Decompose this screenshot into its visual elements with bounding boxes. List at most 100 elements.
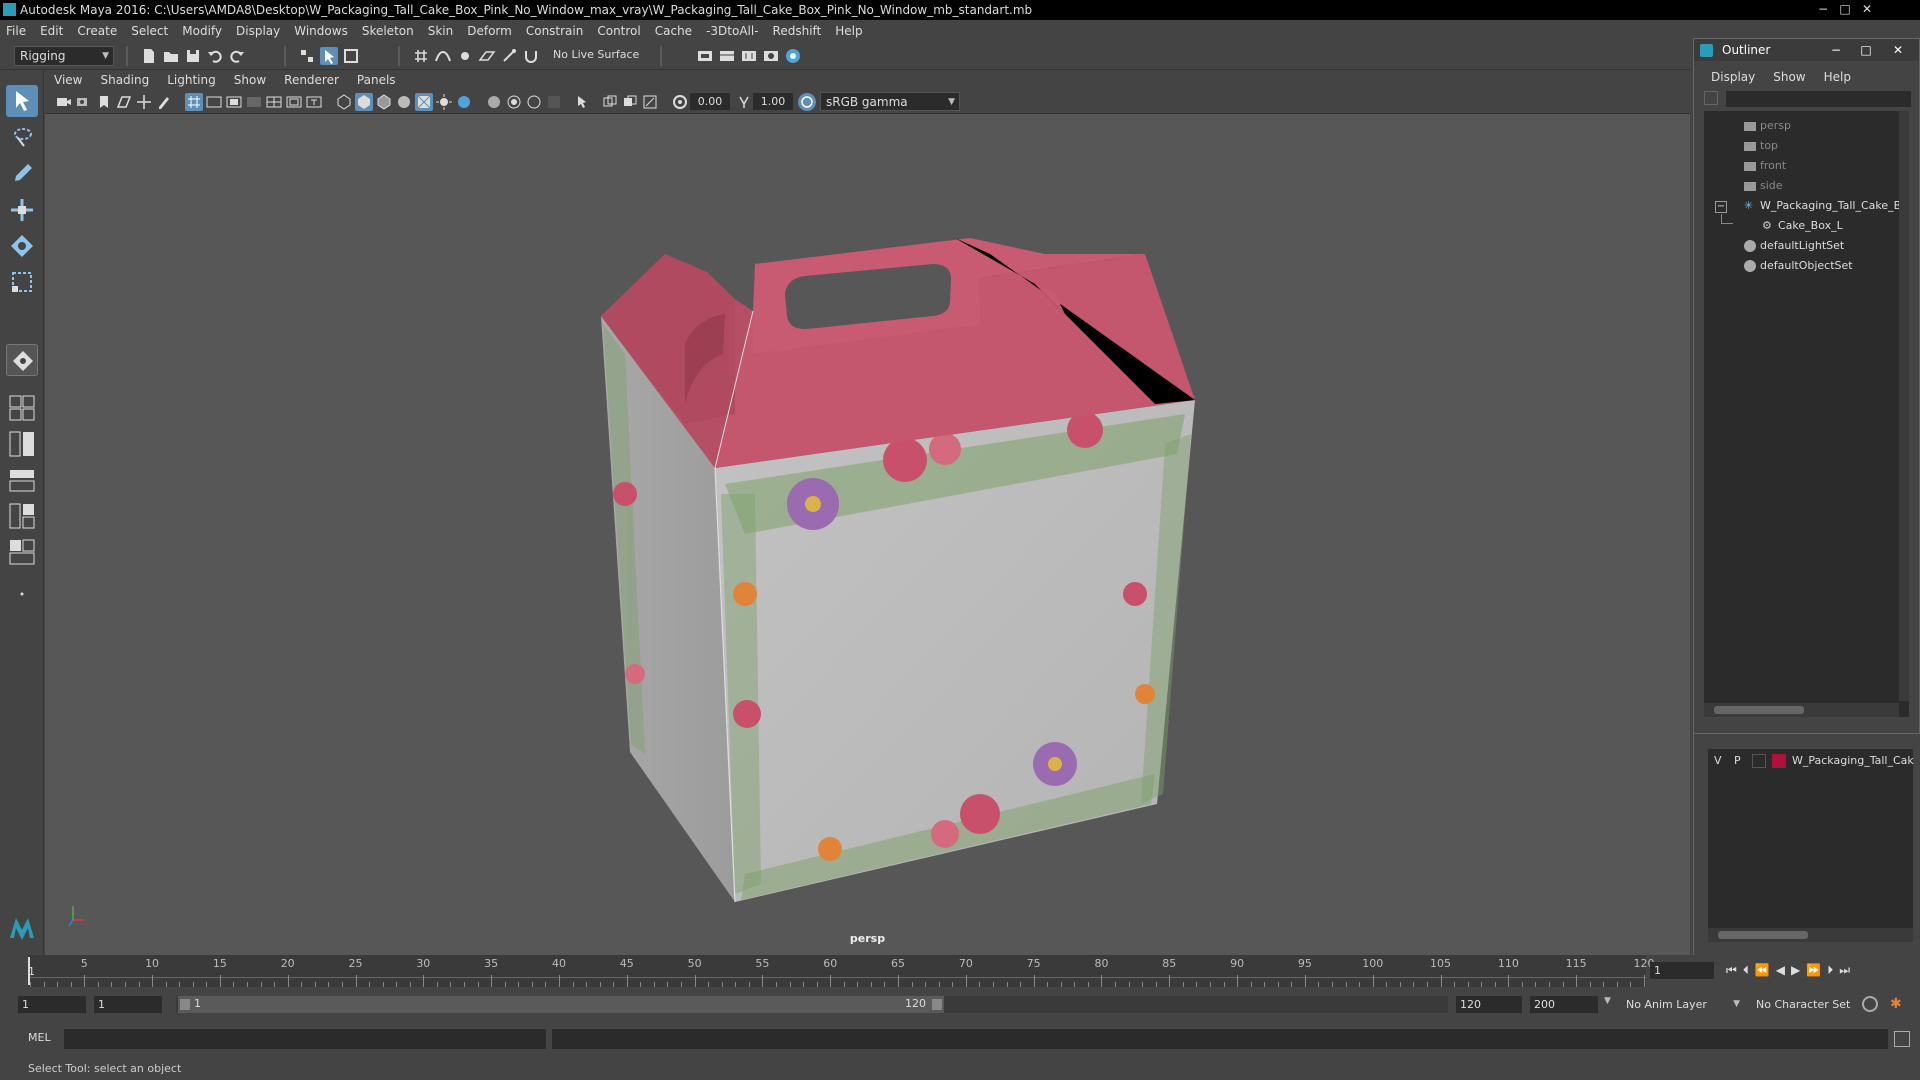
outliner-item-lightset[interactable]: defaultLightSet (1744, 237, 1920, 255)
maximize-icon[interactable]: □ (1834, 0, 1856, 18)
layer-color-swatch[interactable] (1772, 754, 1786, 768)
cake-box-model[interactable] (45, 114, 1690, 955)
outliner-item-front[interactable]: front (1744, 157, 1920, 175)
new-scene-icon[interactable] (140, 47, 158, 65)
safe-title-icon[interactable] (305, 93, 323, 111)
more-layouts-icon[interactable] (6, 578, 38, 610)
outliner-item-mesh[interactable]: ⚙ Cake_Box_L (1762, 217, 1920, 235)
snap-live-icon[interactable] (500, 47, 518, 65)
menu-file[interactable]: File (6, 24, 26, 38)
two-d-pan-icon[interactable] (135, 93, 153, 111)
safe-action-icon[interactable] (285, 93, 303, 111)
minimize-icon[interactable]: − (1826, 39, 1846, 61)
outliner-item-persp[interactable]: persp (1744, 117, 1920, 135)
menu-skin[interactable]: Skin (428, 24, 454, 38)
panel-menu-show[interactable]: Show (234, 73, 266, 87)
outliner-titlebar[interactable]: Outliner − □ ✕ (1694, 39, 1919, 61)
layout-hypershade-persp-icon[interactable] (6, 536, 38, 568)
maximize-icon[interactable]: □ (1856, 39, 1876, 61)
isolate-select-icon[interactable] (573, 93, 591, 111)
ipr-render-icon[interactable] (740, 47, 758, 65)
color-management-icon[interactable] (798, 93, 816, 111)
menu-3dtoall[interactable]: -3DtoAll- (706, 24, 758, 38)
snap-grid-icon[interactable] (412, 47, 430, 65)
current-time-marker[interactable] (28, 957, 30, 985)
collapse-toggle-icon[interactable]: − (1715, 201, 1727, 213)
redo-icon[interactable] (228, 47, 246, 65)
camera-attributes-icon[interactable] (75, 93, 93, 111)
layer-name[interactable]: W_Packaging_Tall_Cak (1792, 752, 1914, 770)
textured-icon[interactable] (415, 93, 433, 111)
layout-single-icon[interactable] (6, 392, 38, 424)
xray-icon[interactable] (601, 93, 619, 111)
panel-menu-view[interactable]: View (54, 73, 82, 87)
snap-view-plane-icon[interactable] (478, 47, 496, 65)
select-object-icon[interactable] (320, 47, 338, 65)
last-tool-icon[interactable] (6, 344, 38, 376)
playback-start-field[interactable]: 1 (94, 996, 162, 1013)
auto-key-icon[interactable] (1862, 996, 1878, 1012)
layout-two-panes-icon[interactable] (6, 428, 38, 460)
screen-space-ao-icon[interactable] (485, 93, 503, 111)
step-back-key-icon[interactable]: ⏴ (1743, 963, 1749, 978)
script-editor-icon[interactable] (1894, 1031, 1910, 1047)
menu-windows[interactable]: Windows (294, 24, 348, 38)
menu-display[interactable]: Display (236, 24, 280, 38)
render-frame-icon[interactable] (718, 47, 736, 65)
wireframe-icon[interactable] (335, 93, 353, 111)
outliner-item-group[interactable]: ✳ W_Packaging_Tall_Cake_Bo (1744, 197, 1920, 215)
menu-control[interactable]: Control (597, 24, 640, 38)
layer-playback-toggle[interactable]: P (1734, 752, 1741, 770)
close-icon[interactable]: ✕ (1856, 0, 1878, 18)
layer-reference-toggle[interactable] (1752, 754, 1766, 768)
outliner-item-side[interactable]: side (1744, 177, 1920, 195)
menu-constrain[interactable]: Constrain (526, 24, 584, 38)
character-set-dropdown[interactable]: No Character Set (1752, 995, 1872, 1014)
chevron-down-icon[interactable]: ▼ (1604, 996, 1611, 1006)
select-tool-icon[interactable] (6, 85, 38, 117)
move-tool-icon[interactable] (6, 194, 38, 226)
xray-joints-icon[interactable] (641, 93, 659, 111)
outliner-menu-display[interactable]: Display (1711, 70, 1755, 84)
save-scene-icon[interactable] (184, 47, 202, 65)
paint-select-tool-icon[interactable] (6, 158, 38, 190)
film-gate-icon[interactable] (205, 93, 223, 111)
lasso-tool-icon[interactable] (6, 122, 38, 154)
panel-menu-lighting[interactable]: Lighting (167, 73, 216, 87)
command-input[interactable] (64, 1029, 546, 1049)
default-material-icon[interactable] (395, 93, 413, 111)
resolution-gate-icon[interactable] (225, 93, 243, 111)
range-end-grip[interactable] (932, 999, 942, 1010)
outliner-item-top[interactable]: top (1744, 137, 1920, 155)
go-to-end-icon[interactable]: ⏭ (1839, 963, 1850, 978)
playback-end-field[interactable]: 120 (1456, 996, 1522, 1013)
image-plane-icon[interactable] (115, 93, 133, 111)
time-slider-track[interactable]: 1 5 10 15 20 25 30 35 40 45 50 55 60 65 70 75 80 85 90 95 1… (28, 955, 1655, 987)
animation-preferences-icon[interactable]: ✱ (1890, 996, 1906, 1012)
step-forward-key-icon[interactable]: ⏵ (1827, 963, 1833, 978)
play-backwards-icon[interactable]: ◀ (1776, 963, 1785, 978)
scale-tool-icon[interactable] (6, 266, 38, 298)
step-forward-frame-icon[interactable]: ⏩ (1806, 963, 1821, 978)
range-start-grip[interactable] (180, 999, 190, 1010)
live-surface-label[interactable]: No Live Surface (553, 48, 639, 61)
go-to-start-icon[interactable]: ⏮ (1726, 963, 1737, 978)
menu-modify[interactable]: Modify (182, 24, 222, 38)
outliner-item-objectset[interactable]: defaultObjectSet (1744, 257, 1920, 275)
panel-menu-renderer[interactable]: Renderer (284, 73, 339, 87)
menuset-dropdown[interactable]: Rigging ▼ (14, 46, 114, 66)
scrollbar-thumb[interactable] (1714, 706, 1804, 714)
menu-cache[interactable]: Cache (655, 24, 692, 38)
menu-help[interactable]: Help (835, 24, 862, 38)
bookmark-icon[interactable] (95, 93, 113, 111)
current-frame-field[interactable]: 1 (1650, 962, 1714, 979)
layout-graph-persp-icon[interactable] (6, 500, 38, 532)
menu-select[interactable]: Select (131, 24, 168, 38)
minimize-icon[interactable]: − (1812, 0, 1834, 18)
exposure-field[interactable]: 0.00 (690, 93, 730, 110)
grid-toggle-icon[interactable] (185, 93, 203, 111)
hypershade-icon[interactable] (784, 47, 802, 65)
snap-magnet-icon[interactable] (522, 47, 540, 65)
select-component-icon[interactable] (342, 47, 360, 65)
panel-menu-panels[interactable]: Panels (357, 73, 396, 87)
